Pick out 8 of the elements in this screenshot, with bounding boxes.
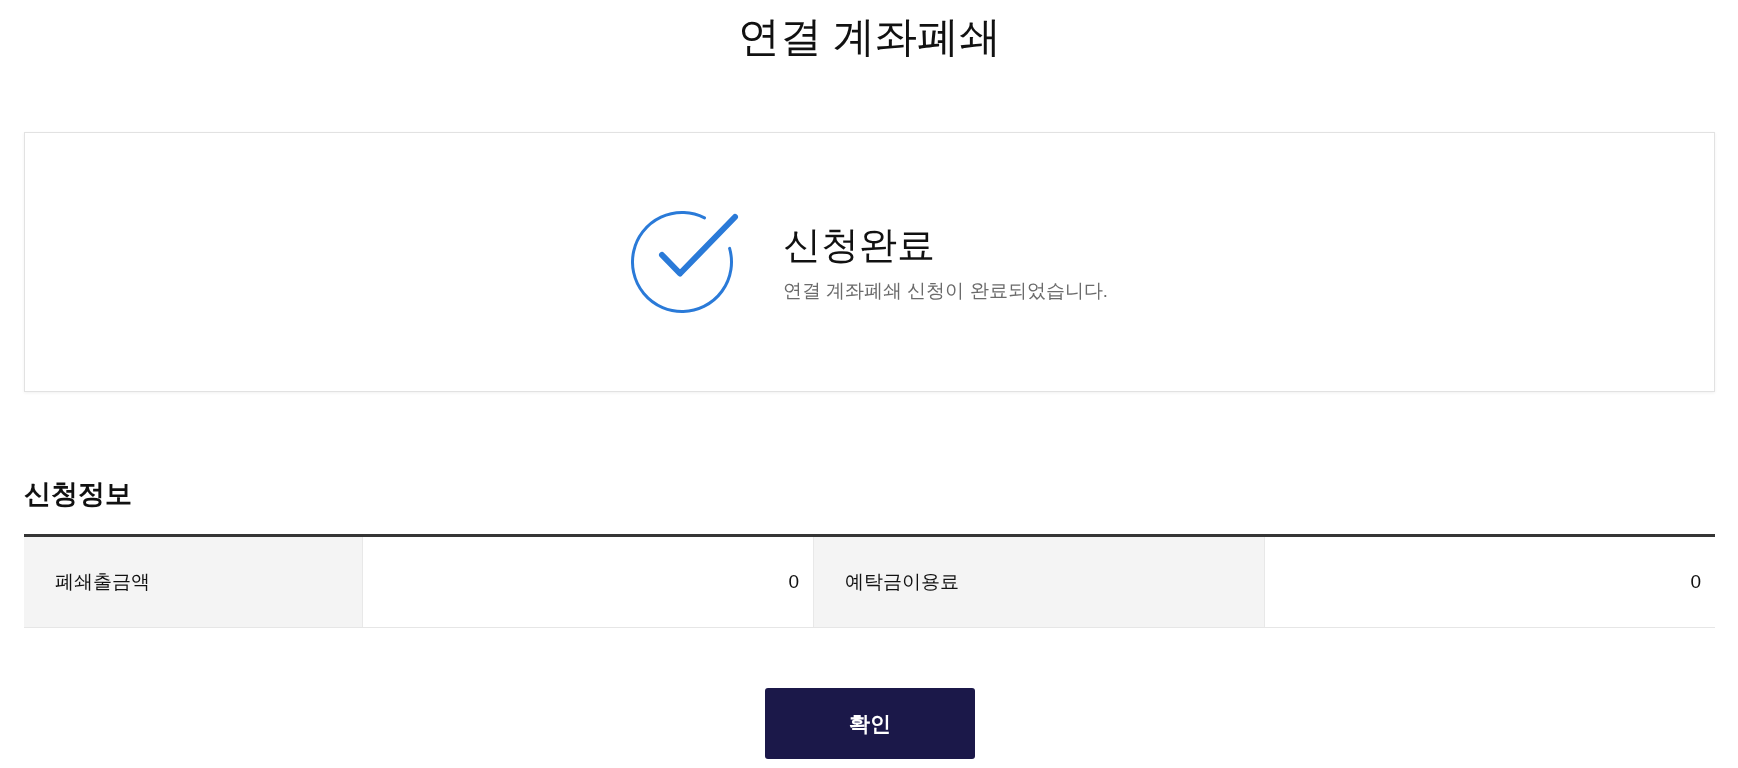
check-circle-icon	[631, 210, 740, 314]
result-title: 신청완료	[783, 222, 937, 267]
page-title: 연결 계좌폐쇄	[737, 12, 1002, 62]
result-message: 연결 계좌폐쇄 신청이 완료되었습니다.	[783, 278, 1108, 302]
label-cell: 폐쇄출금액	[24, 537, 362, 627]
confirm-button[interactable]: 확인	[764, 688, 975, 759]
label-cell: 예탁금이용료	[813, 537, 1264, 627]
section-heading: 신청정보	[24, 478, 132, 510]
